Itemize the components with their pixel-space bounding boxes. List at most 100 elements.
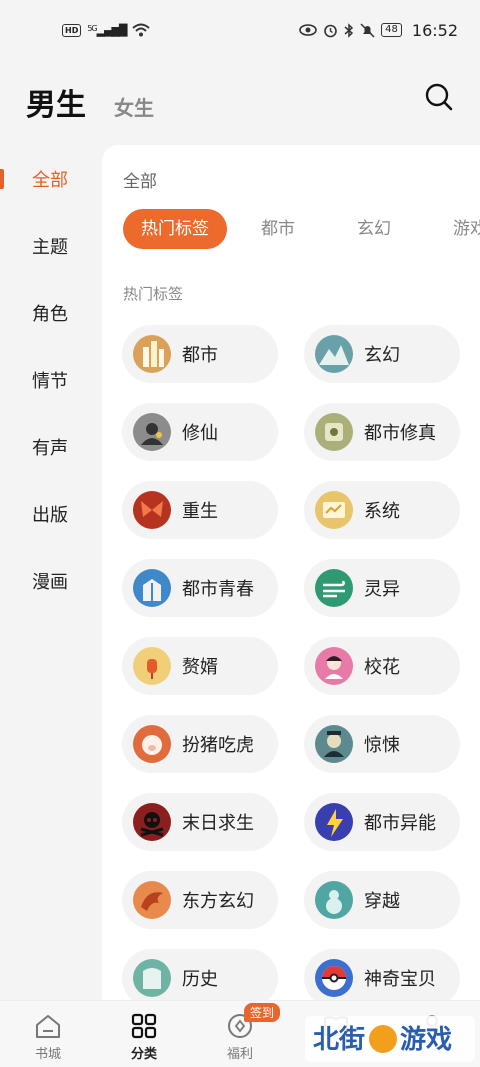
section-label: 热门标签 xyxy=(123,285,184,303)
tab-male[interactable]: 男生 xyxy=(26,80,86,124)
sidebar-item-audio[interactable]: 有声 xyxy=(0,413,100,480)
nav-bookstore[interactable]: 书城 xyxy=(0,1001,96,1067)
sidebar-item-label: 漫画 xyxy=(32,571,68,593)
status-time: 16:52 xyxy=(411,20,458,40)
tag-label: 穿越 xyxy=(364,891,400,912)
tag-label: 系统 xyxy=(364,501,400,522)
lightning-icon xyxy=(315,803,353,841)
tag-label: 玄幻 xyxy=(364,345,400,366)
tag-chip[interactable]: 神奇宝贝 xyxy=(304,949,460,1005)
hd-badge: HD xyxy=(62,23,82,37)
sidebar-item-theme[interactable]: 主题 xyxy=(0,212,100,279)
signal-icon: 5G▂▄▆█ xyxy=(87,23,127,37)
chip-hot-tags[interactable]: 热门标签 xyxy=(123,209,227,249)
wifi-icon xyxy=(132,23,151,37)
immortal-icon xyxy=(133,413,171,451)
tag-label: 都市 xyxy=(182,345,218,366)
tag-label: 都市青春 xyxy=(182,579,254,600)
tag-chip[interactable]: 灵异 xyxy=(304,559,460,617)
tag-label: 惊悚 xyxy=(364,735,400,756)
system-screen-icon xyxy=(315,491,353,529)
lantern-icon xyxy=(133,647,171,685)
tag-chip[interactable]: 都市修真 xyxy=(304,403,460,461)
pokeball-icon xyxy=(315,959,353,997)
nav-welfare[interactable]: 福利 签到 xyxy=(192,1001,288,1067)
mute-icon xyxy=(360,22,375,38)
status-bar: HD 5G▂▄▆█ 48 16:52 xyxy=(0,0,480,60)
sidebar-item-label: 情节 xyxy=(32,370,68,392)
status-right: 48 16:52 xyxy=(299,21,458,40)
sign-in-badge[interactable]: 签到 xyxy=(244,1003,281,1022)
nav-label: 分类 xyxy=(130,1047,157,1062)
tag-chip[interactable]: 扮猪吃虎 xyxy=(122,715,278,773)
tag-label: 历史 xyxy=(182,969,218,990)
tag-chip[interactable]: 都市异能 xyxy=(304,793,460,851)
dragon-icon xyxy=(133,881,171,919)
sidebar-item-plot[interactable]: 情节 xyxy=(0,346,100,413)
tag-chip[interactable]: 历史 xyxy=(122,949,278,1005)
tag-label: 赘婿 xyxy=(182,657,218,678)
tag-chip[interactable]: 末日求生 xyxy=(122,793,278,851)
tag-chip[interactable]: 校花 xyxy=(304,637,460,695)
category-icon xyxy=(131,1013,157,1039)
tablet-icon xyxy=(133,959,171,997)
tag-chip[interactable]: 系统 xyxy=(304,481,460,539)
tag-chip[interactable]: 惊悚 xyxy=(304,715,460,773)
tag-label: 都市异能 xyxy=(364,813,436,834)
tag-label: 扮猪吃虎 xyxy=(182,735,254,756)
filter-chips: 热门标签 都市 玄幻 游戏 xyxy=(123,209,480,249)
city-icon xyxy=(133,335,171,373)
tag-label: 东方玄幻 xyxy=(182,891,254,912)
tab-female[interactable]: 女生 xyxy=(114,92,154,121)
tag-chip[interactable]: 赘婿 xyxy=(122,637,278,695)
scroll-icon xyxy=(315,413,353,451)
skull-icon xyxy=(133,803,171,841)
tag-chip[interactable]: 重生 xyxy=(122,481,278,539)
sidebar-item-character[interactable]: 角色 xyxy=(0,279,100,346)
search-icon[interactable] xyxy=(424,82,454,112)
mountain-icon xyxy=(315,335,353,373)
chip-urban[interactable]: 都市 xyxy=(243,209,313,249)
status-left: HD 5G▂▄▆█ xyxy=(62,23,151,37)
tag-chip[interactable]: 玄幻 xyxy=(304,325,460,383)
tag-chip[interactable]: 都市 xyxy=(122,325,278,383)
svg-text:北街: 北街 xyxy=(313,1025,365,1055)
eye-icon xyxy=(299,24,317,36)
tag-label: 灵异 xyxy=(364,579,400,600)
jacket-icon xyxy=(133,569,171,607)
watermark-logo: 北街 游戏 xyxy=(305,1015,475,1062)
site-watermark: 北街 游戏 xyxy=(300,1010,480,1067)
tag-label: 末日求生 xyxy=(182,813,254,834)
tag-label: 神奇宝贝 xyxy=(364,969,436,990)
chip-fantasy[interactable]: 玄幻 xyxy=(339,209,409,249)
panel-title: 全部 xyxy=(123,172,157,192)
butterfly-icon xyxy=(133,491,171,529)
chip-game[interactable]: 游戏 xyxy=(435,209,480,249)
tag-label: 修仙 xyxy=(182,423,218,444)
girl-icon xyxy=(315,647,353,685)
tag-chip[interactable]: 东方玄幻 xyxy=(122,871,278,929)
network-label: 5G xyxy=(87,23,97,33)
sidebar-item-all[interactable]: 全部 xyxy=(0,145,100,212)
sidebar-item-label: 出版 xyxy=(32,504,68,526)
tag-label: 都市修真 xyxy=(364,423,436,444)
category-panel: 全部 热门标签 都市 玄幻 游戏 热门标签 都市 玄幻 修仙 都市修真 重生 系统 都市青春… xyxy=(102,145,480,1005)
battery-indicator: 48 xyxy=(381,23,402,37)
sidebar-item-label: 角色 xyxy=(32,303,68,325)
nav-label: 书城 xyxy=(34,1047,61,1062)
svg-text:游戏: 游戏 xyxy=(400,1025,452,1055)
tag-chip[interactable]: 穿越 xyxy=(304,871,460,929)
gender-tabs: 男生 女生 xyxy=(26,80,154,124)
sidebar-item-published[interactable]: 出版 xyxy=(0,480,100,547)
tag-label: 校花 xyxy=(364,657,400,678)
tag-chip[interactable]: 都市青春 xyxy=(122,559,278,617)
sidebar-item-label: 全部 xyxy=(32,169,68,191)
sidebar-item-comics[interactable]: 漫画 xyxy=(0,547,100,614)
alarm-icon xyxy=(324,24,337,37)
nav-category[interactable]: 分类 xyxy=(96,1001,192,1067)
tag-chip[interactable]: 修仙 xyxy=(122,403,278,461)
category-sidebar: 全部 主题 角色 情节 有声 出版 漫画 xyxy=(0,145,100,614)
pig-icon xyxy=(133,725,171,763)
zombie-icon xyxy=(315,725,353,763)
tag-grid: 都市 玄幻修仙 都市修真重生 系统都市青春 灵异赘婿 校花扮猪吃虎 惊悚末日求生 都市异能东方… xyxy=(122,325,462,1005)
